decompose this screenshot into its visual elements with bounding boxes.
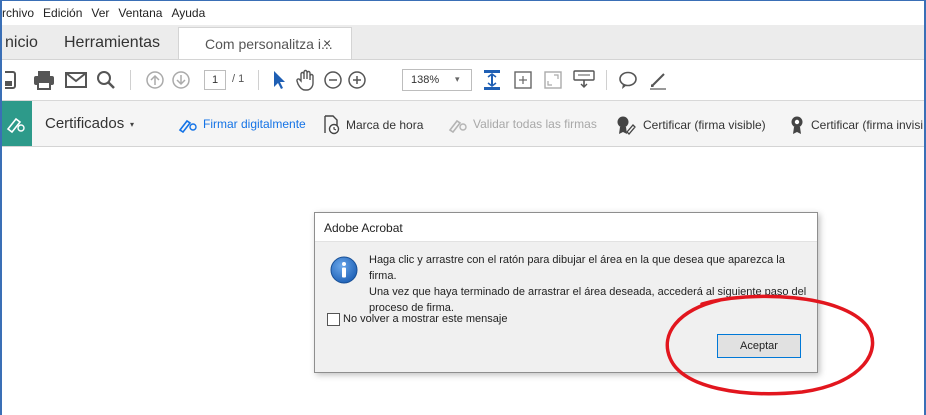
page-number-input[interactable]: 1: [204, 70, 226, 90]
tab-bar: nicio Herramientas Com personalitza i...…: [2, 25, 924, 60]
info-icon: [330, 256, 358, 289]
tab-document[interactable]: Com personalitza i... ×: [178, 27, 352, 59]
tab-home[interactable]: nicio: [5, 34, 38, 52]
toolbar: 1 / 1 138% ▾: [2, 60, 924, 101]
certify-invisible-icon: [791, 116, 803, 134]
page-total: / 1: [232, 73, 245, 85]
validate-signatures-button[interactable]: Validar todas las firmas: [448, 115, 597, 133]
select-cursor-icon[interactable]: [270, 68, 288, 92]
red-highlight-ellipse: [662, 292, 882, 401]
certificates-tool-icon[interactable]: [2, 101, 32, 146]
menu-archivo[interactable]: rchivo: [2, 6, 34, 20]
certify-visible-button[interactable]: Certificar (firma visible): [616, 115, 766, 135]
fit-width-icon[interactable]: [512, 68, 534, 92]
validate-signatures-label: Validar todas las firmas: [473, 117, 597, 131]
menu-edicion[interactable]: Edición: [43, 6, 82, 20]
sign-digitally-label: Firmar digitalmente: [203, 117, 306, 131]
tab-tools[interactable]: Herramientas: [64, 34, 160, 52]
dialog-title: Adobe Acrobat: [324, 221, 403, 235]
tab-document-label: Com personalitza i...: [205, 36, 333, 52]
chevron-down-icon[interactable]: ▾: [130, 120, 134, 129]
pen-icon[interactable]: [646, 68, 670, 92]
dialog-message-line: Haga clic y arrastre con el ratón para d…: [369, 254, 785, 282]
chevron-down-icon: ▾: [455, 74, 460, 84]
menu-ventana[interactable]: Ventana: [118, 6, 162, 20]
email-icon[interactable]: [64, 68, 88, 92]
dont-show-again-checkbox[interactable]: [327, 313, 340, 326]
signature-pen-icon: [178, 119, 197, 133]
certificates-bar: Certificados ▾ Firmar digitalmente Marca…: [2, 101, 924, 147]
comment-icon[interactable]: [616, 68, 640, 92]
certify-invisible-label: Certificar (firma invisi: [811, 118, 924, 132]
certify-visible-label: Certificar (firma visible): [643, 118, 766, 132]
certify-invisible-button[interactable]: Certificar (firma invisi: [788, 115, 923, 135]
page-up-icon[interactable]: [144, 68, 166, 92]
certificates-title[interactable]: Certificados: [45, 115, 124, 132]
toolbar-divider: [606, 70, 607, 90]
zoom-select[interactable]: 138% ▾: [402, 69, 472, 91]
dialog-title-bar[interactable]: Adobe Acrobat: [315, 213, 817, 242]
menu-ayuda[interactable]: Ayuda: [171, 6, 205, 20]
search-icon[interactable]: [94, 68, 118, 92]
sign-digitally-button[interactable]: Firmar digitalmente: [178, 115, 306, 133]
hand-tool-icon[interactable]: [294, 68, 318, 92]
read-mode-icon[interactable]: [572, 68, 596, 92]
timestamp-button[interactable]: Marca de hora: [323, 115, 423, 135]
fullscreen-icon[interactable]: [542, 68, 564, 92]
save-icon[interactable]: [4, 68, 18, 92]
print-icon[interactable]: [32, 68, 56, 92]
validate-signature-icon: [448, 119, 467, 133]
certify-visible-icon: [617, 116, 636, 135]
toolbar-divider: [130, 70, 131, 90]
toolbar-divider: [258, 70, 259, 90]
zoom-in-icon[interactable]: [346, 68, 368, 92]
close-icon[interactable]: ×: [323, 35, 331, 51]
zoom-value: 138%: [411, 74, 440, 86]
zoom-out-icon[interactable]: [322, 68, 344, 92]
dont-show-again-label[interactable]: No volver a mostrar este mensaje: [343, 313, 507, 325]
menu-bar: rchivo Edición Ver Ventana Ayuda: [2, 1, 924, 25]
fit-page-icon[interactable]: [480, 68, 504, 92]
timestamp-icon: [324, 115, 340, 135]
menu-ver[interactable]: Ver: [91, 6, 109, 20]
timestamp-label: Marca de hora: [346, 118, 424, 132]
page-down-icon[interactable]: [170, 68, 192, 92]
